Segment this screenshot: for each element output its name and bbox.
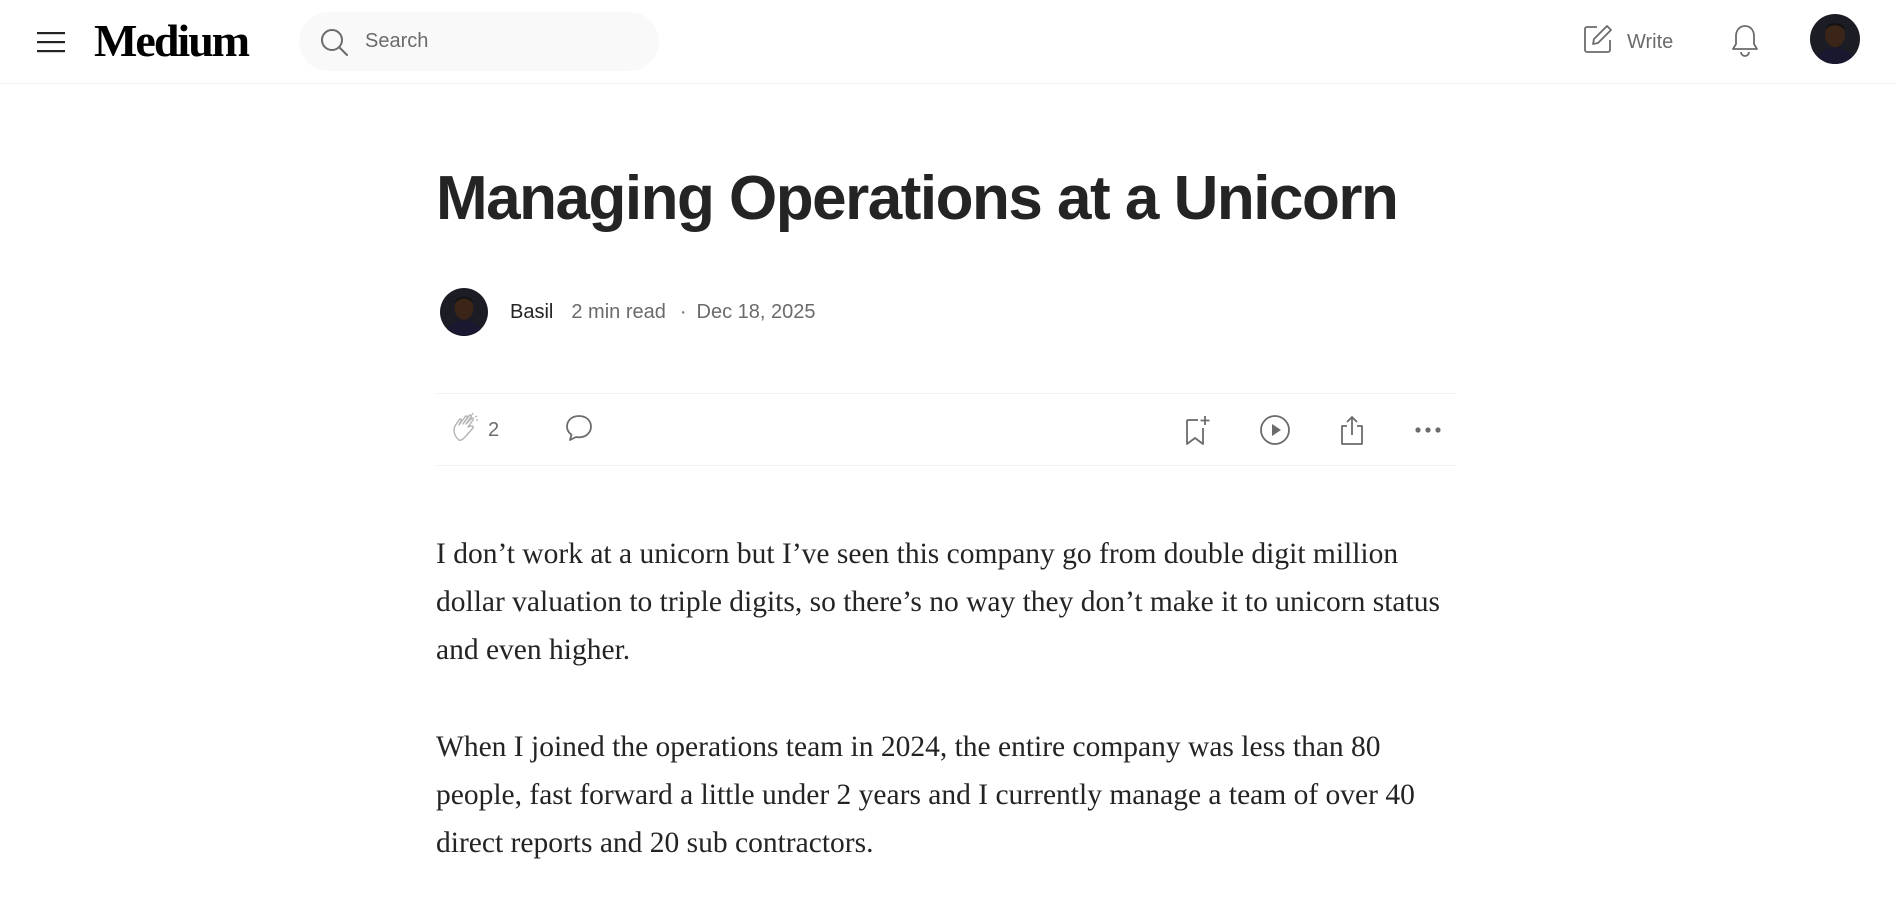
user-avatar[interactable] bbox=[1810, 14, 1860, 64]
article-paragraph: I don’t work at a unicorn but I’ve seen … bbox=[436, 538, 1440, 666]
article-title: Managing Operations at a Unicorn bbox=[436, 164, 1399, 233]
more-dots-icon[interactable] bbox=[1414, 412, 1442, 448]
clap-button[interactable]: 2 bbox=[450, 412, 499, 448]
share-icon[interactable] bbox=[1337, 412, 1367, 448]
write-label: Write bbox=[1627, 30, 1674, 53]
top-navigation-bar: Medium Write bbox=[0, 0, 1896, 84]
search-bar[interactable] bbox=[299, 12, 659, 71]
publish-date: Dec 18, 2025 bbox=[696, 300, 816, 323]
play-circle-icon[interactable] bbox=[1259, 412, 1291, 448]
article-body: I don’t work at a unicorn but I’ve seen … bbox=[436, 530, 1460, 916]
bookmark-plus-icon[interactable] bbox=[1182, 412, 1212, 448]
search-icon bbox=[319, 27, 349, 57]
clap-icon bbox=[450, 412, 482, 449]
article-paragraph: When I joined the operations team in 202… bbox=[436, 731, 1415, 859]
article-action-bar: 2 bbox=[436, 393, 1456, 466]
meta-separator: · bbox=[679, 300, 687, 323]
clap-count: 2 bbox=[488, 418, 500, 441]
bell-icon[interactable] bbox=[1728, 22, 1762, 58]
author-avatar[interactable] bbox=[440, 288, 488, 336]
menu-icon[interactable] bbox=[34, 25, 68, 59]
search-input[interactable] bbox=[363, 29, 623, 54]
write-button[interactable]: Write bbox=[1583, 24, 1673, 60]
pencil-square-icon bbox=[1583, 24, 1613, 60]
medium-logo[interactable]: Medium bbox=[94, 13, 250, 69]
author-name[interactable]: Basil bbox=[510, 301, 553, 324]
read-time: 2 min read bbox=[571, 300, 666, 323]
speech-bubble-icon bbox=[564, 413, 594, 448]
comment-button[interactable] bbox=[564, 412, 594, 448]
article-byline: Basil 2 min read · Dec 18, 2025 bbox=[440, 288, 816, 336]
